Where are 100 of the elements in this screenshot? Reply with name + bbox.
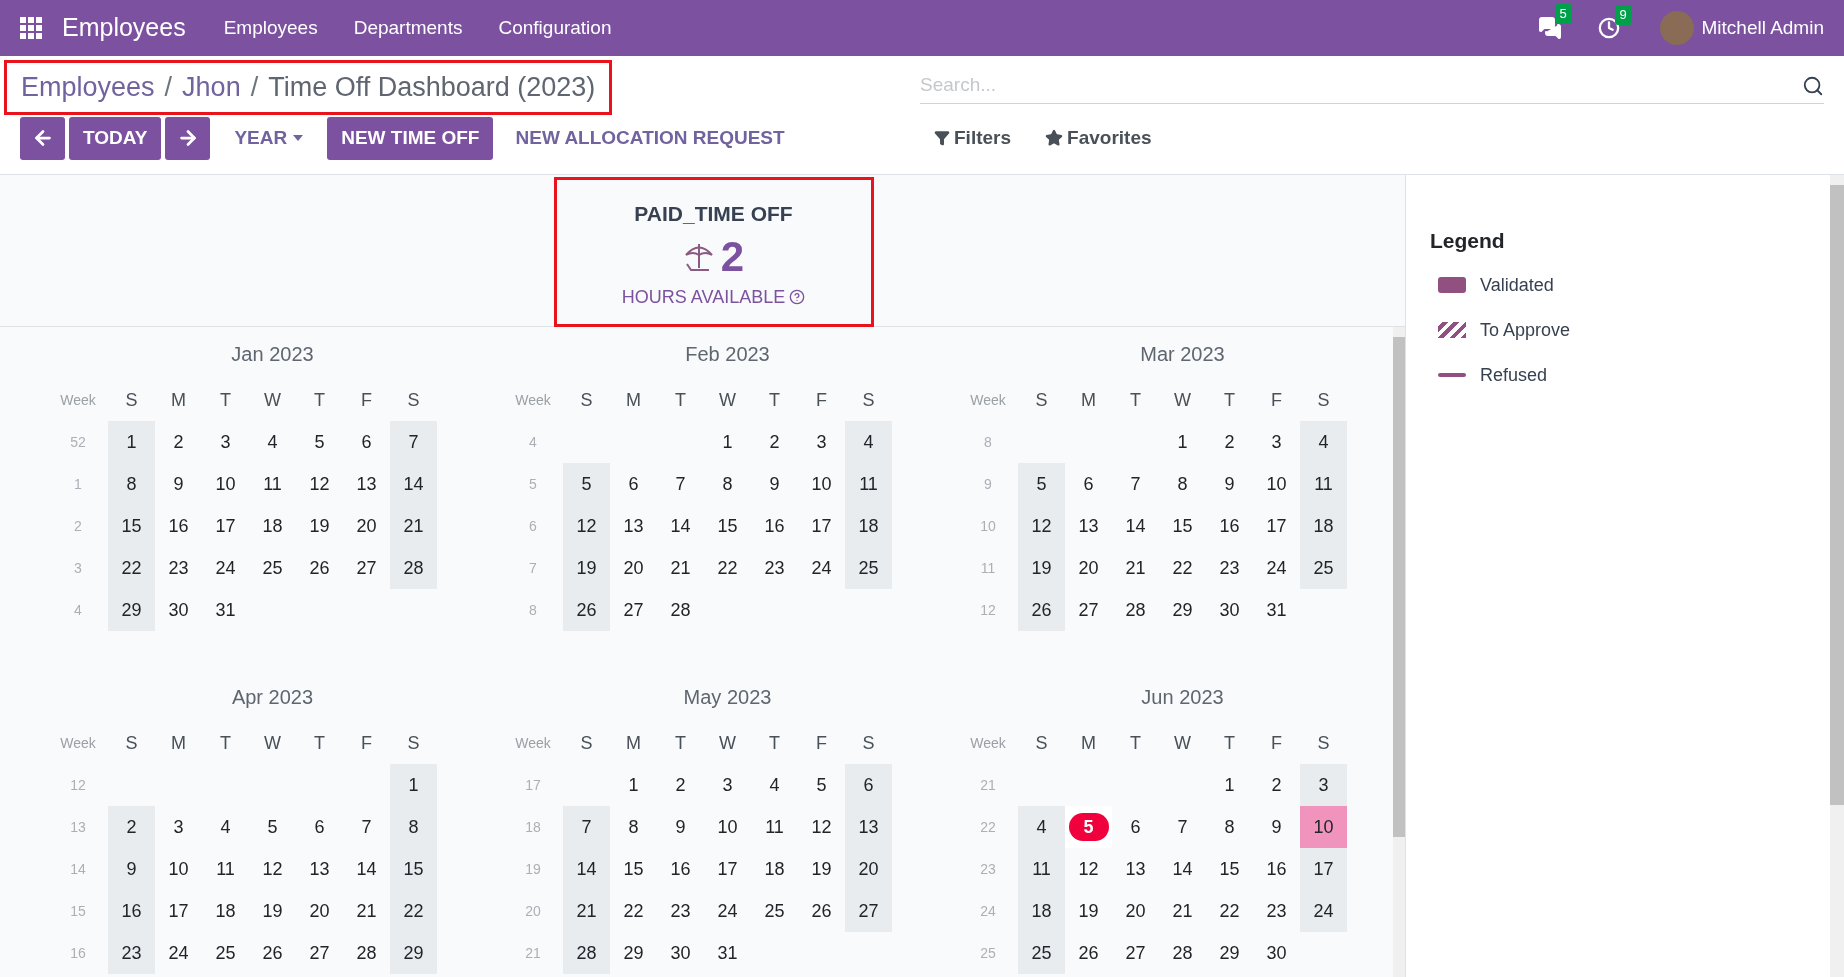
calendar-day[interactable]: 7 bbox=[408, 428, 419, 456]
calendar-day[interactable]: 12 bbox=[1078, 855, 1099, 883]
calendar-day[interactable]: 3 bbox=[220, 428, 231, 456]
calendar-day[interactable]: 23 bbox=[1266, 897, 1287, 925]
nav-menu-item[interactable]: Employees bbox=[223, 13, 318, 43]
calendar-day[interactable]: 2 bbox=[126, 813, 137, 841]
nav-menu-item[interactable]: Configuration bbox=[498, 13, 612, 43]
search-field[interactable]: Search... bbox=[920, 68, 1824, 104]
calendar-day[interactable]: 10 bbox=[168, 855, 189, 883]
calendar-day[interactable]: 20 bbox=[1125, 897, 1146, 925]
calendar-day[interactable]: 4 bbox=[769, 771, 780, 799]
calendar-day[interactable]: 20 bbox=[623, 554, 644, 582]
calendar-day[interactable]: 6 bbox=[628, 470, 639, 498]
calendar-day[interactable]: 19 bbox=[309, 512, 330, 540]
calendar-day[interactable]: 4 bbox=[220, 813, 231, 841]
calendar-day[interactable]: 1 bbox=[1177, 428, 1188, 456]
calendar-day[interactable]: 27 bbox=[309, 939, 330, 967]
calendar-day[interactable]: 18 bbox=[215, 897, 236, 925]
calendar-day[interactable]: 2 bbox=[769, 428, 780, 456]
calendar-day[interactable]: 22 bbox=[1219, 897, 1240, 925]
calendar-day[interactable]: 2 bbox=[1224, 428, 1235, 456]
calendar-day[interactable]: 17 bbox=[215, 512, 236, 540]
calendar-day[interactable]: 15 bbox=[1172, 512, 1193, 540]
calendar-day[interactable]: 12 bbox=[262, 855, 283, 883]
search-input[interactable]: Search... bbox=[920, 71, 1802, 100]
calendar-day[interactable]: 29 bbox=[1172, 596, 1193, 624]
nav-menu-item[interactable]: Departments bbox=[353, 13, 463, 43]
calendar-day[interactable]: 3 bbox=[1318, 771, 1329, 799]
calendar-day[interactable]: 13 bbox=[623, 512, 644, 540]
calendar-day[interactable]: 27 bbox=[623, 596, 644, 624]
calendar-day[interactable]: 2 bbox=[675, 771, 686, 799]
calendar-day[interactable]: 3 bbox=[816, 428, 827, 456]
calendar-day[interactable]: 5 bbox=[816, 771, 827, 799]
calendar-day[interactable]: 26 bbox=[309, 554, 330, 582]
calendar-day[interactable]: 21 bbox=[356, 897, 377, 925]
calendar-day[interactable]: 13 bbox=[1078, 512, 1099, 540]
calendar-day[interactable]: 28 bbox=[356, 939, 377, 967]
calendar-day[interactable]: 6 bbox=[1083, 470, 1094, 498]
calendar-day[interactable]: 23 bbox=[670, 897, 691, 925]
calendar-day[interactable]: 21 bbox=[1125, 554, 1146, 582]
scale-dropdown[interactable]: YEAR bbox=[214, 116, 324, 160]
calendar-day[interactable]: 29 bbox=[1219, 939, 1240, 967]
calendar-day[interactable]: 13 bbox=[356, 470, 377, 498]
next-button[interactable] bbox=[165, 116, 211, 160]
calendar-day[interactable]: 8 bbox=[408, 813, 419, 841]
calendar-day[interactable]: 2 bbox=[173, 428, 184, 456]
calendar-day[interactable]: 17 bbox=[717, 855, 738, 883]
calendar-day[interactable]: 6 bbox=[863, 771, 874, 799]
calendar-day[interactable]: 6 bbox=[361, 428, 372, 456]
calendar-day[interactable]: 22 bbox=[623, 897, 644, 925]
calendar-day[interactable]: 29 bbox=[623, 939, 644, 967]
calendar-day[interactable]: 30 bbox=[1219, 596, 1240, 624]
calendar-day[interactable]: 9 bbox=[769, 470, 780, 498]
calendar-day[interactable]: 15 bbox=[623, 855, 644, 883]
calendar-day[interactable]: 13 bbox=[1125, 855, 1146, 883]
calendar-day[interactable]: 4 bbox=[1036, 813, 1047, 841]
calendar-day[interactable]: 23 bbox=[168, 554, 189, 582]
calendar-day[interactable]: 16 bbox=[764, 512, 785, 540]
calendar-day[interactable]: 1 bbox=[722, 428, 733, 456]
calendar-day[interactable]: 14 bbox=[356, 855, 377, 883]
calendar-day[interactable]: 17 bbox=[1266, 512, 1287, 540]
calendar-day[interactable]: 14 bbox=[1172, 855, 1193, 883]
calendar-day[interactable]: 1 bbox=[126, 428, 137, 456]
calendar-day[interactable]: 8 bbox=[1177, 470, 1188, 498]
calendar-day[interactable]: 28 bbox=[1172, 939, 1193, 967]
calendar-day[interactable]: 7 bbox=[581, 813, 592, 841]
time-off-day[interactable]: 10 bbox=[1300, 806, 1347, 848]
calendar-day[interactable]: 25 bbox=[262, 554, 283, 582]
calendar-day[interactable]: 12 bbox=[309, 470, 330, 498]
calendar-day[interactable]: 24 bbox=[717, 897, 738, 925]
calendar-day[interactable]: 6 bbox=[314, 813, 325, 841]
calendar-day[interactable]: 14 bbox=[1125, 512, 1146, 540]
calendar-day[interactable]: 11 bbox=[765, 813, 784, 841]
calendar-day[interactable]: 20 bbox=[356, 512, 377, 540]
calendar-day[interactable]: 4 bbox=[267, 428, 278, 456]
calendar-day[interactable]: 3 bbox=[722, 771, 733, 799]
calendar-day[interactable]: 9 bbox=[126, 855, 137, 883]
help-icon[interactable] bbox=[789, 289, 806, 305]
calendar-day[interactable]: 9 bbox=[675, 813, 686, 841]
user-name[interactable]: Mitchell Admin bbox=[1701, 13, 1824, 43]
calendar-day[interactable]: 19 bbox=[1078, 897, 1099, 925]
calendar-day[interactable]: 4 bbox=[863, 428, 874, 456]
calendar-day[interactable]: 18 bbox=[764, 855, 785, 883]
calendar-day[interactable]: 16 bbox=[1266, 855, 1287, 883]
calendar-day[interactable]: 21 bbox=[670, 554, 691, 582]
calendar-day[interactable]: 6 bbox=[1130, 813, 1141, 841]
calendar-day[interactable]: 3 bbox=[173, 813, 184, 841]
calendar-day[interactable]: 8 bbox=[628, 813, 639, 841]
breadcrumb-link[interactable]: Jhon bbox=[182, 67, 241, 108]
calendar-day[interactable]: 17 bbox=[168, 897, 189, 925]
calendar-day[interactable]: 18 bbox=[262, 512, 283, 540]
calendar-day[interactable]: 9 bbox=[1224, 470, 1235, 498]
chat-icon[interactable] bbox=[1537, 16, 1562, 40]
calendar-day[interactable]: 15 bbox=[717, 512, 738, 540]
calendar-day[interactable]: 1 bbox=[1224, 771, 1235, 799]
calendar-day[interactable]: 9 bbox=[1271, 813, 1282, 841]
calendar-day[interactable]: 5 bbox=[1036, 470, 1047, 498]
previous-button[interactable] bbox=[20, 116, 65, 160]
calendar-day[interactable]: 8 bbox=[126, 470, 137, 498]
calendar-day[interactable]: 20 bbox=[1078, 554, 1099, 582]
